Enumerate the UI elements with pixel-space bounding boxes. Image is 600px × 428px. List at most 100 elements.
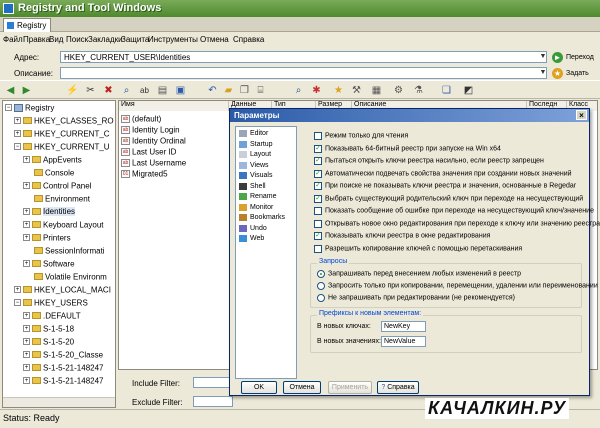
- description-input[interactable]: [60, 67, 547, 79]
- expand-icon[interactable]: +: [23, 182, 30, 190]
- connect-icon[interactable]: ⚡: [66, 84, 79, 97]
- tree-node[interactable]: + HKEY_CURRENT_C: [14, 129, 110, 139]
- tab-registry[interactable]: Registry: [3, 18, 51, 32]
- monitor-icon[interactable]: ▦: [370, 84, 383, 97]
- nav-item-views[interactable]: Views: [239, 161, 269, 172]
- save-icon[interactable]: ▣: [174, 84, 187, 97]
- radio-selected[interactable]: [317, 270, 325, 278]
- list-row[interactable]: ab Last User ID: [121, 147, 176, 157]
- search-icon[interactable]: ⌸: [254, 84, 267, 97]
- checkbox-checked[interactable]: ✓: [314, 169, 322, 178]
- tree-node[interactable]: + S-1-5-21-148247: [23, 376, 103, 386]
- checkbox-checked[interactable]: ✓: [314, 157, 322, 165]
- checkbox-checked[interactable]: ✓: [314, 182, 322, 190]
- open-folder-icon[interactable]: ▰: [222, 84, 235, 97]
- filter-icon[interactable]: ⚙: [392, 84, 405, 97]
- expand-icon[interactable]: +: [23, 234, 30, 242]
- checkbox-unchecked[interactable]: [314, 132, 322, 140]
- tree-node[interactable]: + HKEY_CLASSES_RO: [14, 116, 114, 126]
- expand-icon[interactable]: +: [23, 377, 30, 385]
- option-checkbox[interactable]: Показать сообщение об ошибке при переход…: [314, 207, 594, 216]
- option-checkbox[interactable]: ✓ Автоматически подвечать свойства значен…: [314, 169, 572, 179]
- menu-bookmarks[interactable]: Закладки: [88, 35, 123, 44]
- bookmark-icon[interactable]: ✱: [310, 84, 323, 97]
- menu-view[interactable]: Вид: [49, 35, 63, 44]
- checkbox-unchecked[interactable]: [314, 219, 322, 228]
- tree-node[interactable]: Environment: [23, 194, 90, 204]
- nav-item-bookmarks[interactable]: Bookmarks: [239, 214, 285, 224]
- tree-horizontal-scrollbar[interactable]: [3, 397, 115, 407]
- expand-icon[interactable]: +: [23, 312, 30, 320]
- tree-node[interactable]: Console: [23, 168, 74, 178]
- expand-icon[interactable]: +: [14, 286, 21, 294]
- collapse-icon[interactable]: −: [14, 299, 21, 307]
- nav-item-undo[interactable]: Undo: [239, 224, 267, 235]
- window-icon[interactable]: ❏: [440, 84, 453, 97]
- list-row[interactable]: ab (default): [121, 114, 161, 124]
- address-go-button[interactable]: Переход: [566, 54, 594, 61]
- request-radio[interactable]: Не запрашивать при редактировании (не ре…: [317, 294, 515, 303]
- expand-icon[interactable]: +: [23, 156, 30, 164]
- nav-item-layout[interactable]: Layout: [239, 151, 271, 161]
- cancel-button[interactable]: Отмена: [283, 381, 321, 394]
- dialog-nav-list[interactable]: Editor Startup Layout Views Visuals Shell Rena…: [235, 126, 297, 379]
- option-checkbox[interactable]: ✓ Выбрать существующий родительский ключ …: [314, 194, 583, 204]
- tree-node[interactable]: + S-1-5-18: [23, 324, 74, 334]
- description-dropdown-icon[interactable]: ▼: [539, 68, 547, 78]
- option-checkbox[interactable]: ✓ При поиске не показывать ключи реестра …: [314, 182, 576, 191]
- rename-icon[interactable]: ab: [138, 84, 151, 97]
- tree-node[interactable]: − Registry: [5, 103, 54, 113]
- expand-icon[interactable]: +: [23, 260, 30, 268]
- menu-protection[interactable]: Защита: [121, 35, 149, 44]
- tree-node[interactable]: SessionInformati: [23, 246, 105, 256]
- radio-unselected[interactable]: [317, 294, 325, 302]
- tree-node[interactable]: − HKEY_USERS: [14, 298, 88, 308]
- tree-node[interactable]: − HKEY_CURRENT_U: [14, 142, 110, 152]
- forward-icon[interactable]: ▶: [20, 84, 33, 97]
- address-dropdown-icon[interactable]: ▼: [539, 52, 547, 62]
- menu-undo[interactable]: Отмена: [200, 35, 229, 44]
- option-checkbox[interactable]: ✓ Показывать 64-битный реестр при запуске…: [314, 144, 501, 154]
- dialog-close-icon[interactable]: ×: [576, 110, 587, 120]
- checkbox-checked[interactable]: ✓: [314, 194, 322, 203]
- menu-file[interactable]: Файл: [3, 35, 23, 44]
- checkbox-checked[interactable]: ✓: [314, 232, 322, 240]
- tree-node[interactable]: + S-1-5-20_Classe: [23, 350, 103, 360]
- include-filter-input[interactable]: [193, 377, 233, 388]
- network-icon[interactable]: ⚗: [412, 84, 425, 97]
- description-set-button[interactable]: Задать: [566, 70, 589, 77]
- list-row[interactable]: 01 Migrated5: [121, 169, 168, 179]
- expand-icon[interactable]: +: [14, 130, 21, 138]
- registry-tree[interactable]: − Registry + HKEY_CLASSES_RO + HKEY_CURRENT_C…: [2, 100, 116, 408]
- menu-search[interactable]: Поиск: [66, 35, 88, 44]
- nav-item-editor[interactable]: Editor: [239, 130, 268, 140]
- option-checkbox[interactable]: Открывать новое окно редактирования при …: [314, 219, 600, 229]
- nav-item-visuals[interactable]: Visuals: [239, 172, 272, 182]
- back-icon[interactable]: ◀: [4, 84, 17, 97]
- option-checkbox[interactable]: ✓ Показывать ключи реестра в окне редакти…: [314, 232, 490, 241]
- tree-node[interactable]: Volatile Environm: [23, 272, 107, 282]
- radio-unselected[interactable]: [317, 282, 325, 290]
- tree-node[interactable]: + .DEFAULT: [23, 311, 81, 321]
- nav-item-shell[interactable]: Shell: [239, 182, 266, 193]
- list-row[interactable]: ab Identity Ordinal: [121, 136, 186, 146]
- collapse-icon[interactable]: −: [5, 104, 12, 112]
- favorites-icon[interactable]: ★: [332, 84, 345, 97]
- nav-item-web[interactable]: Web: [239, 235, 264, 245]
- checkbox-unchecked[interactable]: [314, 244, 322, 253]
- apply-button[interactable]: Применить: [328, 381, 372, 394]
- copy-icon[interactable]: ❐: [238, 84, 251, 97]
- expand-icon[interactable]: +: [23, 325, 30, 333]
- tree-node[interactable]: + S-1-5-20: [23, 337, 74, 347]
- cut-icon[interactable]: ✂: [84, 84, 97, 97]
- nav-item-startup[interactable]: Startup: [239, 140, 273, 151]
- address-input[interactable]: HKEY_CURRENT_USER\Identities: [60, 51, 547, 63]
- settings-icon[interactable]: ◩: [462, 84, 475, 97]
- expand-icon[interactable]: +: [23, 208, 30, 216]
- request-radio[interactable]: Запрашивать перед внесением любых измене…: [317, 270, 521, 279]
- zoom-icon[interactable]: ⌕: [292, 84, 305, 97]
- collapse-icon[interactable]: −: [14, 143, 21, 151]
- new-value-input[interactable]: NewValue: [381, 336, 426, 347]
- nav-item-rename[interactable]: Rename: [239, 193, 276, 203]
- checkbox-unchecked[interactable]: [314, 207, 322, 215]
